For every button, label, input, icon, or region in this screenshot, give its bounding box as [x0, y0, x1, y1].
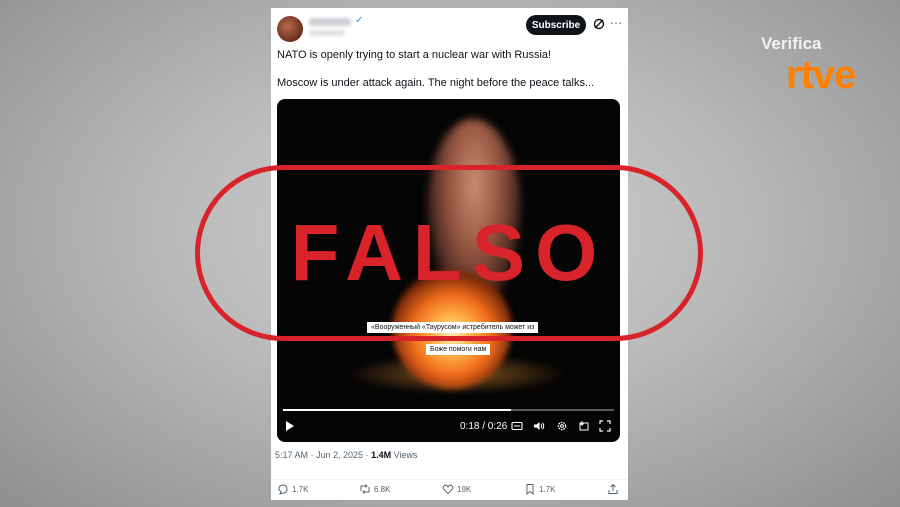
captions-icon[interactable] [511, 420, 523, 432]
falso-stamp: FALSO [195, 165, 703, 341]
tweet-timestamp[interactable]: 5:17 AM · Jun 2, 2025 · [275, 450, 371, 460]
subscribe-button[interactable]: Subscribe [526, 15, 586, 35]
repost-button[interactable]: 6.8K [359, 483, 390, 495]
falso-stamp-label: FALSO [290, 208, 608, 297]
tweet-meta: 5:17 AM · Jun 2, 2025 · 1.4M Views [275, 450, 417, 460]
heart-icon [442, 484, 454, 495]
bookmark-button[interactable]: 1.7K [524, 483, 555, 495]
verified-badge-icon: ✓ [355, 15, 364, 26]
repost-count: 6.8K [374, 484, 391, 494]
fullscreen-icon[interactable] [599, 420, 611, 432]
author-handle-blurred[interactable] [309, 30, 345, 36]
share-icon [608, 483, 618, 494]
views-count: 1.4M [371, 450, 392, 460]
verifica-rtve-logo: Verifica rtve [761, 34, 871, 104]
avatar[interactable] [277, 16, 303, 42]
brand-rtve: rtve [786, 53, 856, 97]
play-icon[interactable] [286, 421, 294, 431]
bookmark-icon [526, 484, 534, 495]
picture-in-picture-icon[interactable] [578, 420, 590, 432]
video-progress-bar[interactable] [283, 409, 614, 411]
tweet-text: NATO is openly trying to start a nuclear… [277, 48, 617, 90]
views-label: Views [391, 450, 418, 460]
like-count: 19K [457, 484, 472, 494]
like-button[interactable]: 19K [442, 483, 471, 495]
repost-icon [360, 484, 370, 494]
reply-icon [278, 484, 288, 495]
tweet-header: ✓ Subscribe ⋯ [271, 8, 628, 44]
brand-verifica: Verifica [761, 34, 822, 53]
reply-button[interactable]: 1.7K [277, 483, 308, 495]
share-button[interactable] [607, 483, 622, 495]
reply-count: 1.7K [292, 484, 309, 494]
grok-icon[interactable] [592, 17, 606, 31]
tweet-text-line-1: NATO is openly trying to start a nuclear… [277, 49, 552, 61]
tweet-actions: 1.7K 6.8K 19K 1.7K [271, 479, 628, 498]
video-progress-fill [283, 409, 512, 411]
bookmark-count: 1.7K [539, 484, 556, 494]
video-caption-2: Боже помоги нам [426, 344, 491, 355]
video-time: 0:18 / 0:26 [460, 421, 508, 432]
author-name-blurred[interactable] [309, 18, 351, 26]
settings-gear-icon[interactable] [556, 420, 568, 432]
volume-icon[interactable] [533, 420, 545, 432]
more-icon[interactable]: ⋯ [609, 16, 623, 30]
tweet-text-line-2: Moscow is under attack again. The night … [277, 77, 595, 89]
